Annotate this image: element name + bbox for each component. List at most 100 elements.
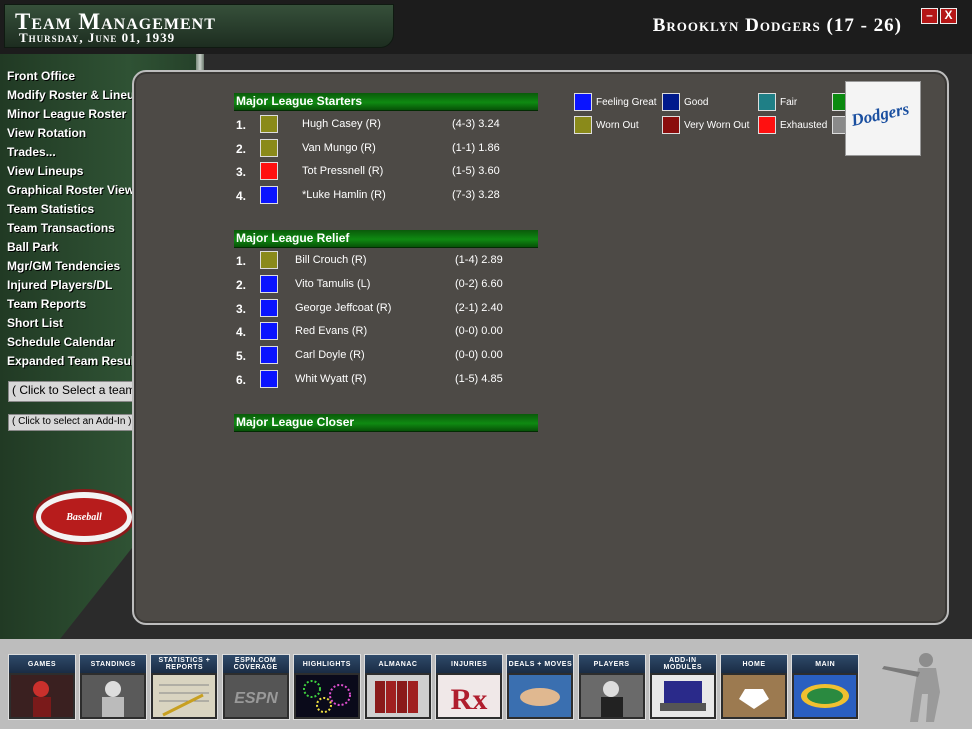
batter-icon [11,675,73,717]
player-slot-number: 6. [236,373,247,387]
player-row[interactable]: 5. Carl Doyle (R) (0-0) 0.00 [232,346,552,366]
player-slot-number: 1. [236,118,247,132]
player-name[interactable]: Tot Pressnell (R) [302,165,383,177]
player-stats: (0-0) 0.00 [455,325,503,338]
legend-swatch [662,93,680,111]
player-name[interactable]: George Jeffcoat (R) [295,302,391,314]
player-row[interactable]: 2. Van Mungo (R) (1-1) 1.86 [232,138,552,159]
minimize-button[interactable]: – [921,8,938,24]
fatigue-indicator [260,162,278,180]
nav-button-label: PLAYERS [578,655,645,673]
player-name[interactable]: Bill Crouch (R) [295,254,367,266]
player-stats: (1-5) 4.85 [455,373,503,385]
player-row[interactable]: 3. George Jeffcoat (R) (2-1) 2.40 [232,298,552,319]
sidebar-item-injured-players-dl[interactable]: Injured Players/DL [7,278,148,297]
player-name[interactable]: Hugh Casey (R) [302,118,381,130]
nav-button-main[interactable]: MAIN [791,654,860,720]
player-slot-number: 4. [236,188,247,203]
sidebar-item-schedule-calendar[interactable]: Schedule Calendar [7,335,148,354]
nav-button-standings[interactable]: STANDINGS [79,654,148,720]
nav-button-injuries[interactable]: INJURIES Rx [435,654,504,720]
player-row[interactable]: 1. Hugh Casey (R) (4-3) 3.24 [232,115,552,135]
manager-icon [82,675,145,717]
legend-swatch [662,116,680,134]
nav-button-deals-moves[interactable]: DEALS + MOVES [506,654,575,720]
player-name[interactable]: Whit Wyatt (R) [295,373,366,385]
fatigue-indicator [260,298,278,317]
nav-button-players[interactable]: PLAYERS [577,654,646,720]
player-row[interactable]: 4. *Luke Hamlin (R) (7-3) 3.28 [232,185,552,206]
fatigue-indicator [260,251,278,269]
player-name[interactable]: Van Mungo (R) [302,142,376,154]
sidebar-item-ball-park[interactable]: Ball Park [7,240,148,259]
player-row[interactable]: 2. Vito Tamulis (L) (0-2) 6.60 [232,274,552,295]
handshake-icon [509,675,572,717]
player-row[interactable]: 6. Whit Wyatt (R) (1-5) 4.85 [232,370,552,390]
player-slot-number: 5. [236,349,247,364]
legend-swatch [574,93,592,111]
sidebar-item-team-statistics[interactable]: Team Statistics [7,202,148,221]
sidebar-item-trades[interactable]: Trades... [7,145,148,164]
nav-button-games[interactable]: GAMES [8,654,76,720]
nav-button-label: HIGHLIGHTS [293,655,360,673]
sidebar-item-modify-roster-lineups[interactable]: Modify Roster & Lineups [7,88,148,107]
header-bar: Team Management Thursday, June 01, 1939 … [0,0,972,54]
player-stats: (1-1) 1.86 [452,141,500,154]
player-slot-number: 1. [236,254,247,268]
player-slot-number: 4. [236,325,247,340]
nav-button-espn-com-coverage[interactable]: ESPN.COM COVERAGE ESPN [221,654,290,720]
sidebar-item-team-reports[interactable]: Team Reports [7,297,148,316]
logo-inner: Baseball [41,498,127,536]
fatigue-indicator [260,138,278,157]
baseball-logo: Baseball [33,489,135,545]
player-row[interactable]: 1. Bill Crouch (R) (1-4) 2.89 [232,251,552,271]
home-plate-icon [723,675,785,717]
nav-button-almanac[interactable]: ALMANAC [364,654,432,720]
player-stats: (0-0) 0.00 [455,349,503,362]
starters-header[interactable]: Major League Starters [234,93,538,111]
sidebar-item-graphical-roster-view[interactable]: Graphical Roster View [7,183,148,202]
books-icon [367,675,429,717]
fatigue-indicator [260,346,278,365]
player-slot-number: 2. [236,141,247,156]
sidebar-item-view-lineups[interactable]: View Lineups [7,164,148,183]
legend-swatch [758,116,776,134]
legend-swatch [758,93,776,111]
fatigue-indicator [260,322,278,341]
sidebar-item-view-rotation[interactable]: View Rotation [7,126,148,145]
player-name[interactable]: Carl Doyle (R) [295,349,365,361]
laptop-icon [651,675,714,717]
nav-button-home[interactable]: HOME [720,654,788,720]
nav-button-label: ADD-IN MODULES [649,655,716,673]
nav-button-label: MAIN [792,655,859,673]
sidebar-item-mgr-gm-tendencies[interactable]: Mgr/GM Tendencies [7,259,148,278]
player-slot-number: 2. [236,277,247,292]
player-name[interactable]: Vito Tamulis (L) [295,278,370,290]
batter-silhouette-icon [882,653,940,722]
player-stats: (4-3) 3.24 [452,118,500,130]
player-name[interactable]: Red Evans (R) [295,325,367,337]
nav-button-statistics-reports[interactable]: STATISTICS + REPORTS [150,654,219,720]
sidebar-item-front-office[interactable]: Front Office [7,69,148,88]
legend-label: Feeling Great [596,97,657,108]
sidebar-item-expanded-team-results[interactable]: Expanded Team Results [7,354,148,373]
logo-text: Baseball [66,511,102,523]
player-name[interactable]: *Luke Hamlin (R) [302,189,386,201]
relief-header[interactable]: Major League Relief [234,230,538,248]
player-row[interactable]: 4. Red Evans (R) (0-0) 0.00 [232,322,552,342]
fireworks-icon [295,675,358,717]
sidebar-item-minor-league-roster[interactable]: Minor League Roster [7,107,148,126]
team-record-title: Brooklyn Dodgers (17 - 26) [652,15,902,36]
sidebar-item-team-transactions[interactable]: Team Transactions [7,221,148,240]
main-logo-icon [794,675,857,717]
close-button[interactable]: X [940,8,957,24]
player-row[interactable]: 3. Tot Pressnell (R) (1-5) 3.60 [232,162,552,182]
player-stats: (2-1) 2.40 [455,301,503,314]
fatigue-indicator [260,115,278,133]
player-stats: (0-2) 6.60 [455,277,503,290]
nav-button-highlights[interactable]: HIGHLIGHTS [292,654,361,720]
addin-select-value: ( Click to select an Add-In ) [12,416,132,427]
closer-header[interactable]: Major League Closer [234,414,538,432]
nav-button-add-in-modules[interactable]: ADD-IN MODULES [648,654,717,720]
sidebar-item-short-list[interactable]: Short List [7,316,148,335]
